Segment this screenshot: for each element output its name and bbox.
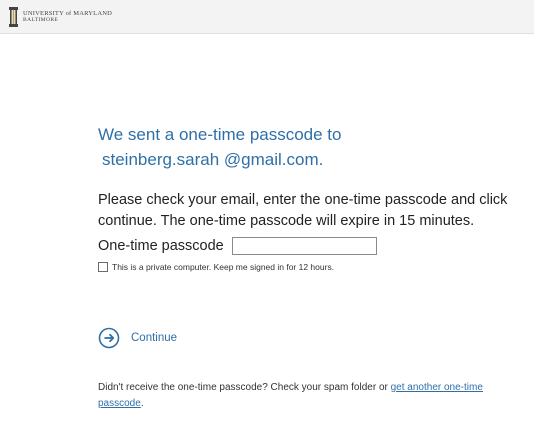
heading-email: steinberg.sarah @gmail.com. <box>102 150 324 169</box>
otp-row: One-time passcode <box>98 237 377 255</box>
heading-line: We sent a one-time passcode to <box>98 125 342 144</box>
logo-line1: UNIVERSITY of MARYLAND <box>23 10 113 17</box>
continue-button[interactable]: Continue <box>98 327 177 349</box>
logo-text: UNIVERSITY of MARYLAND BALTIMORE <box>23 10 112 24</box>
logo-line2: BALTIMORE <box>23 17 59 23</box>
arrow-right-circle-icon <box>98 327 120 349</box>
remember-checkbox[interactable] <box>98 262 108 272</box>
page-heading: We sent a one-time passcode to steinberg… <box>98 122 498 172</box>
continue-label: Continue <box>131 332 178 344</box>
otp-label: One-time passcode <box>98 238 224 254</box>
top-bar: UNIVERSITY of MARYLAND BALTIMORE <box>0 0 534 34</box>
university-logo: UNIVERSITY of MARYLAND BALTIMORE <box>9 7 112 27</box>
resend-suffix: . <box>140 398 144 409</box>
university-column-logo-icon <box>9 7 18 27</box>
remember-label: This is a private computer. Keep me sign… <box>112 262 335 272</box>
otp-input[interactable] <box>231 237 377 255</box>
remember-row: This is a private computer. Keep me sign… <box>98 262 334 272</box>
instructions-text: Please check your email, enter the one-t… <box>98 192 508 229</box>
resend-text: Didn't receive the one-time passcode? Ch… <box>98 380 508 412</box>
resend-prefix: Didn't receive the one-time passcode? Ch… <box>98 382 391 393</box>
